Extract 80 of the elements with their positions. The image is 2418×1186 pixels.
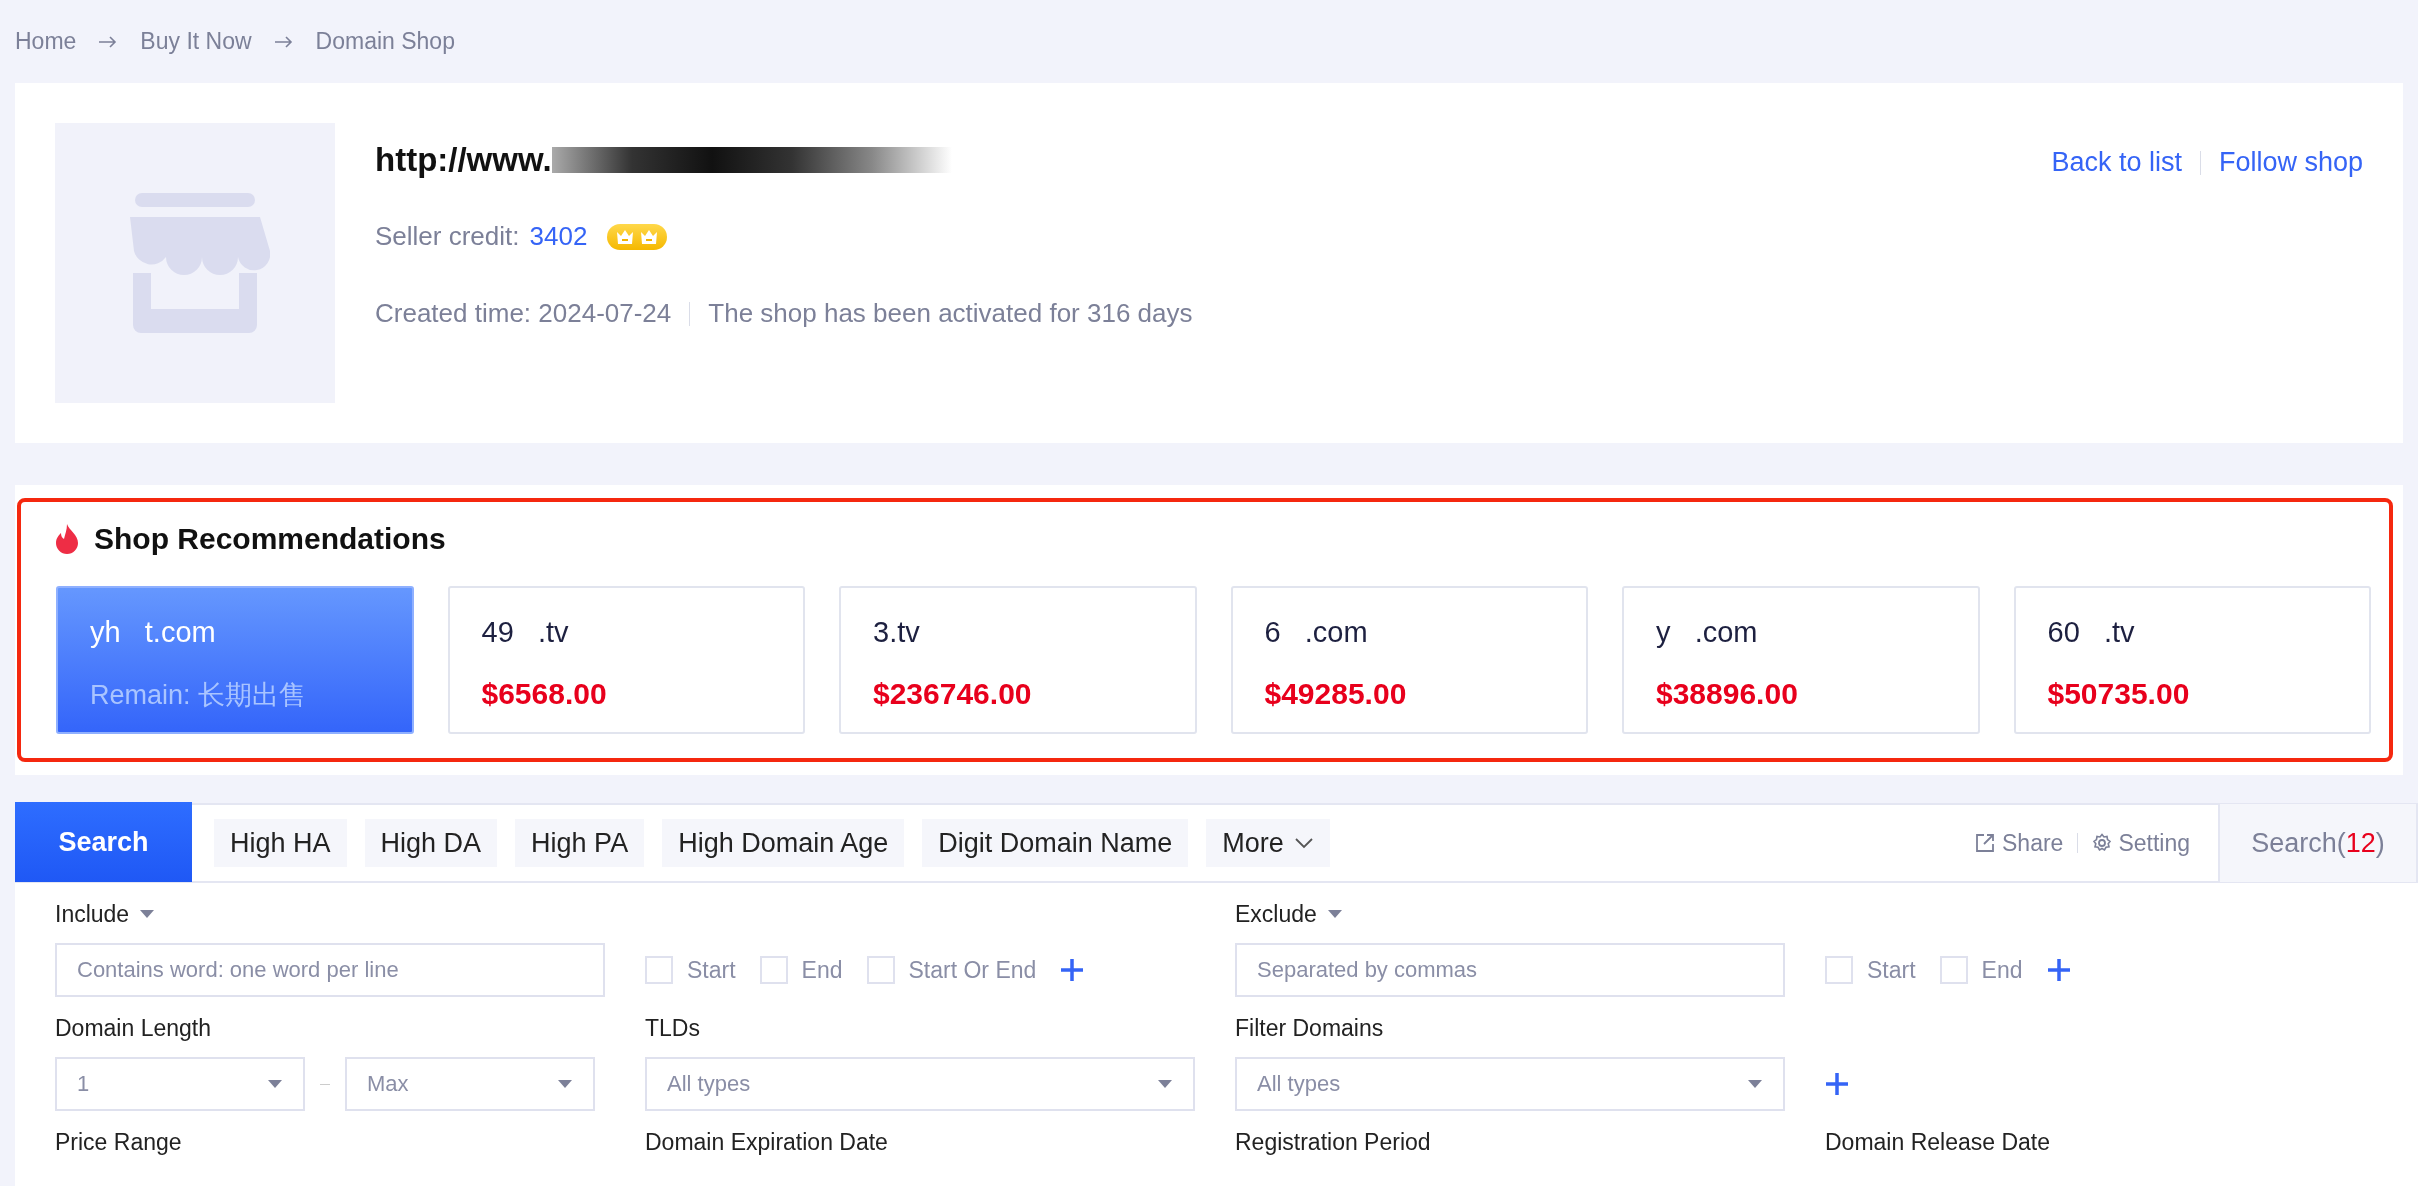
- add-icon[interactable]: [1825, 1072, 1849, 1096]
- domain-card[interactable]: 60 .tv $50735.00: [2013, 586, 2371, 734]
- filter-chip[interactable]: Digit Domain Name: [922, 819, 1189, 867]
- field-label: Price Range: [55, 1128, 182, 1156]
- field-label: Include: [55, 900, 130, 928]
- checkbox-label: End: [1981, 956, 2023, 984]
- breadcrumb-link[interactable]: Home: [15, 28, 77, 55]
- settings-link[interactable]: Setting: [2092, 829, 2190, 857]
- field-label: TLDs: [645, 1014, 700, 1042]
- domain-price: $236746.00: [873, 677, 1033, 711]
- share-link[interactable]: Share: [1974, 829, 2064, 857]
- filter-chip[interactable]: High PA: [515, 819, 645, 867]
- checkbox-label: End: [801, 956, 843, 984]
- filter-chip[interactable]: High HA: [214, 819, 347, 867]
- arrow-icon: [273, 35, 294, 48]
- activated-text: The shop has been activated for 316 days: [708, 298, 1193, 329]
- include-field[interactable]: Contains word: one word per line: [55, 943, 605, 997]
- checkbox-label: Start Or End: [908, 956, 1037, 984]
- domain-name: 49 .tv: [481, 616, 570, 649]
- caret-icon: [557, 1079, 573, 1089]
- domain-price: $49285.00: [1264, 677, 1408, 711]
- shop-url: http://www.: [375, 141, 552, 179]
- domain-card[interactable]: yh t.com Remain: 长期出售: [56, 586, 414, 734]
- domain-card[interactable]: 49 .tv $6568.00: [447, 586, 805, 734]
- domain-name: 6 .com: [1264, 616, 1369, 649]
- caret-icon[interactable]: [1326, 909, 1343, 919]
- add-icon[interactable]: [1060, 958, 1085, 982]
- created-time: Created time: 2024-07-24: [375, 298, 672, 329]
- crown-badge: [607, 223, 668, 250]
- max-length-select[interactable]: Max: [345, 1057, 595, 1111]
- domain-card[interactable]: 6 .com $49285.00: [1230, 586, 1588, 734]
- credit-value: 3402: [529, 221, 588, 252]
- domain-card[interactable]: y .com $38896.00: [1622, 586, 1980, 734]
- domain-price: $6568.00: [481, 677, 608, 711]
- breadcrumb-link[interactable]: Buy It Now: [140, 28, 252, 55]
- checkbox[interactable]: [1825, 956, 1853, 984]
- field-label: Exclude: [1235, 900, 1317, 928]
- exclude-field[interactable]: Separated by commas: [1235, 943, 1785, 997]
- checkbox[interactable]: [645, 956, 673, 984]
- remain-text: Remain: 长期出售: [90, 679, 308, 712]
- domain-name: 60 .tv: [2047, 616, 2136, 649]
- section-title: Shop Recommendations: [94, 522, 446, 556]
- credit-label: Seller credit:: [375, 221, 520, 252]
- checkbox-label: Start: [1867, 956, 1916, 984]
- tld-select[interactable]: All types: [645, 1057, 1195, 1111]
- domain-card[interactable]: 3.tv $236746.00: [839, 586, 1197, 734]
- breadcrumb-link[interactable]: Domain Shop: [315, 28, 455, 55]
- settings-icon: [2092, 833, 2113, 853]
- caret-icon[interactable]: [139, 909, 156, 919]
- shop-link[interactable]: Follow shop: [2218, 147, 2363, 178]
- shop-link[interactable]: Back to list: [2051, 147, 2182, 178]
- field-label: Registration Period: [1235, 1128, 1431, 1156]
- domain-price: $38896.00: [1656, 677, 1799, 711]
- search-button[interactable]: Search(12): [2218, 804, 2416, 882]
- filter-domains-select[interactable]: All types: [1235, 1057, 1785, 1111]
- min-length-select[interactable]: 1: [55, 1057, 305, 1111]
- domain-name: 3.tv: [873, 616, 921, 649]
- search-tab[interactable]: Search: [15, 802, 192, 882]
- checkbox[interactable]: [866, 956, 895, 984]
- add-icon[interactable]: [2046, 958, 2071, 982]
- checkbox-label: Start: [687, 956, 736, 984]
- flame-icon: [56, 524, 78, 554]
- caret-icon: [1747, 1079, 1763, 1089]
- filter-chip[interactable]: High Domain Age: [662, 819, 905, 867]
- field-label: Domain Expiration Date: [645, 1128, 888, 1156]
- filter-chip[interactable]: More: [1206, 819, 1330, 867]
- domain-name: y .com: [1656, 616, 1759, 649]
- domain-name: yh t.com: [90, 616, 217, 649]
- domain-price: $50735.00: [2047, 677, 2191, 711]
- field-label: Domain Release Date: [1825, 1128, 2050, 1156]
- chevron-icon: [1293, 837, 1314, 849]
- field-label: Filter Domains: [1235, 1014, 1384, 1042]
- filter-chip[interactable]: High DA: [364, 819, 498, 867]
- arrow-icon: [98, 35, 119, 48]
- checkbox[interactable]: [759, 956, 788, 984]
- caret-icon: [267, 1079, 283, 1089]
- share-icon: [1974, 832, 1996, 854]
- field-label: Domain Length: [55, 1014, 211, 1042]
- caret-icon: [1157, 1079, 1173, 1089]
- checkbox[interactable]: [1939, 956, 1968, 984]
